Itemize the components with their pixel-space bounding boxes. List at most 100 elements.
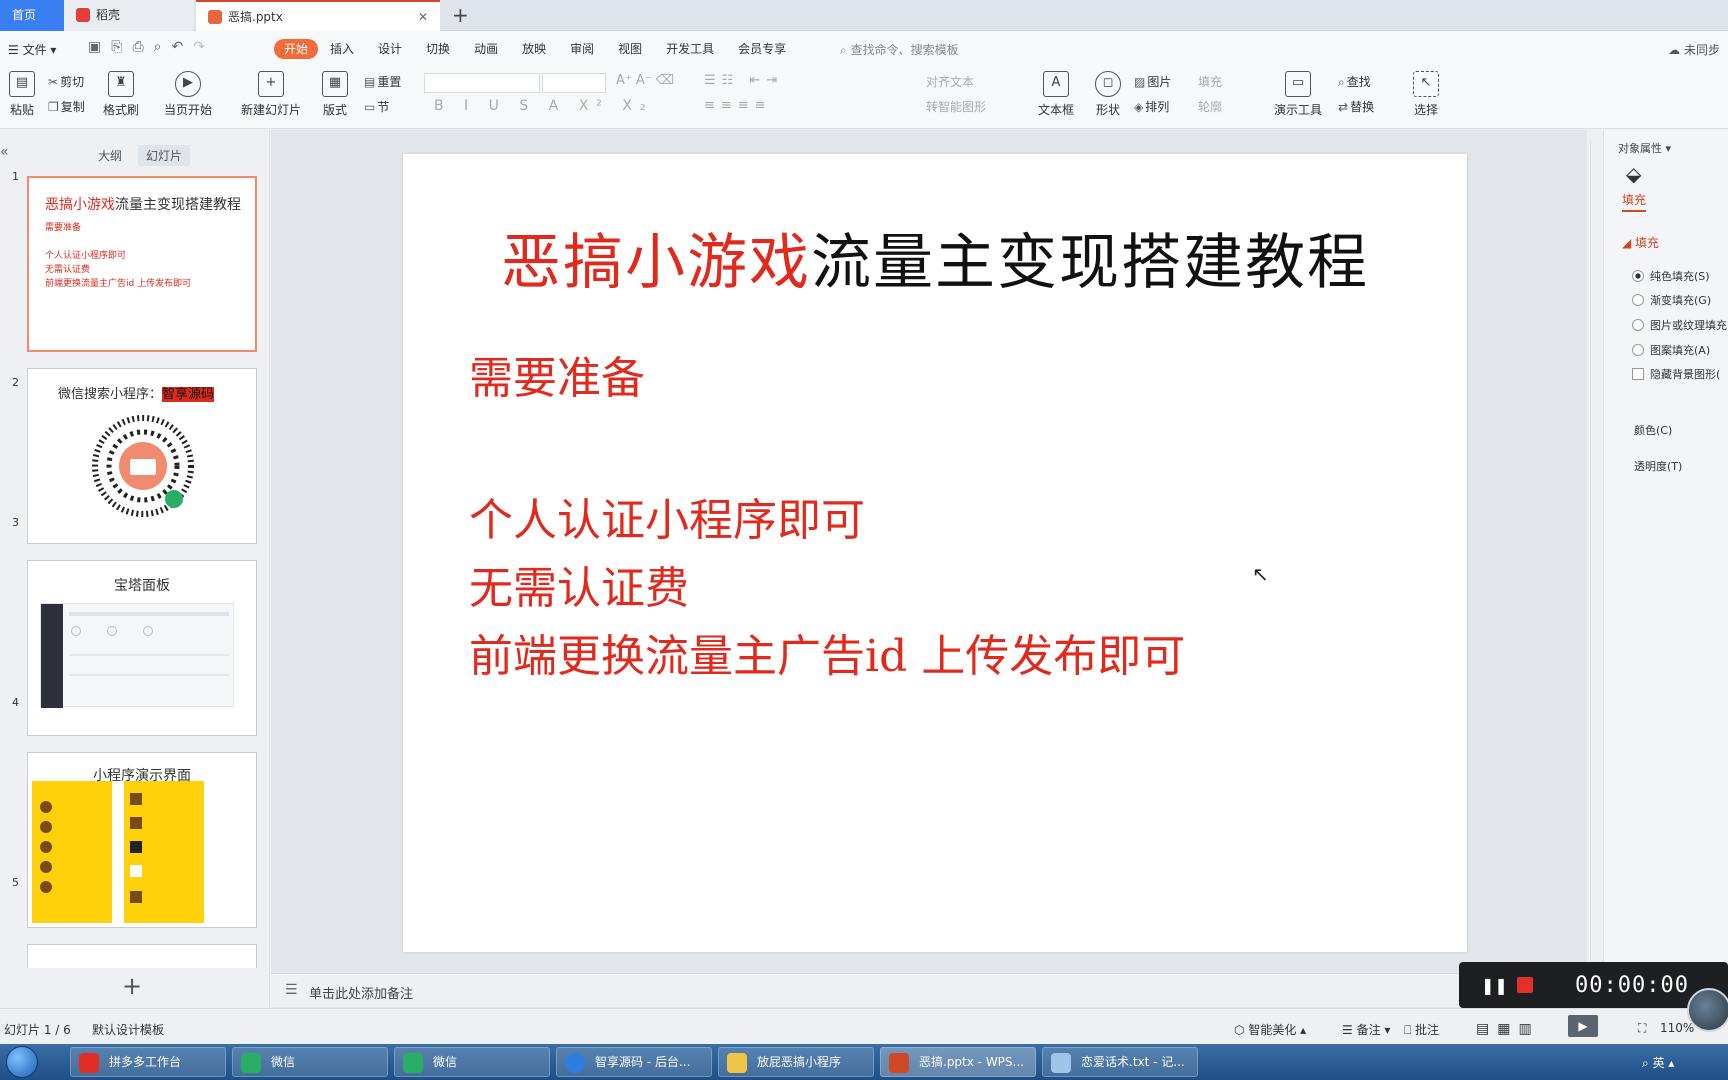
tab-review[interactable]: 审阅 [558, 39, 606, 59]
zoom-level[interactable]: 110% [1660, 1021, 1694, 1035]
present-tools-button[interactable]: ▭ 演示工具 [1268, 71, 1328, 118]
list-buttons[interactable]: ☰☷ ⇤⇥ [704, 73, 783, 88]
slide-title[interactable]: 恶搞小游戏流量主变现搭建教程 [403, 214, 1467, 301]
font-size-select[interactable] [542, 73, 606, 93]
slide-canvas[interactable]: 恶搞小游戏流量主变现搭建教程 需要准备 个人认证小程序即可 无需认证费 前端更换… [403, 154, 1467, 952]
tab-transition[interactable]: 切换 [414, 39, 462, 59]
align-text-button[interactable]: 对齐文本 [926, 73, 974, 90]
fill-button[interactable]: 填充 [1198, 73, 1222, 90]
sync-status[interactable]: ☁ 未同步 [1668, 41, 1720, 58]
beautify-button[interactable]: ⬡ 智能美化 ▴ [1234, 1021, 1306, 1038]
property-panel-title[interactable]: 对象属性 ▾ [1618, 140, 1671, 156]
system-tray[interactable]: ⌕ 英 ▴ [1642, 1054, 1674, 1071]
screenshot-image [40, 603, 234, 708]
select-button[interactable]: ↖ 选择 [1408, 71, 1444, 118]
close-tab-icon[interactable]: ✕ [418, 2, 428, 33]
slide-text-line[interactable]: 个人认证小程序即可 [469, 484, 865, 548]
layout-button[interactable]: ▦ 版式 [318, 71, 352, 118]
outline-button[interactable]: 轮廓 [1198, 98, 1222, 115]
font-size-adjust[interactable]: A⁺ A⁻ ⌫ [616, 73, 674, 88]
command-search[interactable]: ⌕ 查找命令、搜索模板 [840, 41, 959, 58]
paint-bucket-icon[interactable]: ⬙ [1626, 162, 1641, 186]
smartart-button[interactable]: 转智能图形 [926, 98, 986, 115]
textbox-button[interactable]: A 文本框 [1034, 71, 1078, 118]
slide-subtitle[interactable]: 需要准备 [469, 342, 645, 406]
paragraph-align-buttons[interactable]: ≡≡≡≡ [704, 98, 772, 113]
cut-button[interactable]: ✂ 剪切 [48, 73, 84, 90]
export-icon[interactable]: ⎘ [111, 39, 122, 55]
taskbar-item-browser[interactable]: 智享源码 - 后台... [556, 1047, 712, 1077]
arrange-button[interactable]: ◈ 排列 [1134, 98, 1169, 115]
copy-button[interactable]: ❐ 复制 [48, 98, 85, 115]
tab-design[interactable]: 设计 [366, 39, 414, 59]
taskbar-item-wps[interactable]: 恶搞.pptx - WPS... [880, 1047, 1036, 1077]
collapse-panel-icon[interactable]: « [0, 144, 9, 160]
taskbar-item-pinduoduo[interactable]: 拼多多工作台 [70, 1047, 226, 1077]
tab-developer[interactable]: 开发工具 [654, 39, 726, 59]
stop-record-icon[interactable] [1517, 977, 1533, 993]
taskbar-item-folder[interactable]: 放屁恶搞小程序 [718, 1047, 874, 1077]
pause-icon[interactable]: ❚❚ [1481, 976, 1508, 995]
taskbar-item-wechat-1[interactable]: 微信 [232, 1047, 388, 1077]
tab-home[interactable]: 首页 [0, 0, 64, 31]
print-icon[interactable]: ⎙ [132, 39, 143, 55]
redo-icon[interactable]: ↷ [193, 39, 205, 55]
copy-icon: ❐ [48, 100, 59, 114]
font-style-buttons[interactable]: B I U S A X² X₂ [434, 98, 654, 114]
undo-icon[interactable]: ↶ [171, 39, 183, 55]
taskbar-item-wechat-2[interactable]: 微信 [394, 1047, 550, 1077]
tab-start[interactable]: 开始 [274, 39, 319, 59]
new-tab-button[interactable]: + [452, 0, 469, 31]
solid-fill-radio[interactable]: 纯色填充(S) [1632, 268, 1710, 284]
fit-window-icon[interactable]: ⛶ [1638, 1021, 1646, 1036]
start-button-icon[interactable] [6, 1046, 38, 1078]
preview-icon[interactable]: ⌕ [154, 39, 162, 55]
slide-text-line[interactable]: 无需认证费 [469, 552, 689, 616]
tab-animation[interactable]: 动画 [462, 39, 510, 59]
comment-toggle[interactable]: ⎕ 批注 [1404, 1021, 1439, 1038]
notes-bar[interactable]: ☰ 单击此处添加备注 [271, 973, 1587, 1007]
play-from-current-button[interactable]: ▶ 当页开始 [160, 71, 216, 118]
find-button[interactable]: ⌕ 查找 [1338, 73, 1371, 90]
shape-button[interactable]: ◻ 形状 [1090, 71, 1126, 118]
reset-button[interactable]: ▤ 重置 [364, 73, 401, 90]
textbox-label: 文本框 [1037, 103, 1074, 117]
add-slide-button[interactable]: + [122, 972, 142, 1000]
notes-toggle[interactable]: ☰ 备注 ▾ [1342, 1021, 1390, 1038]
gradient-fill-radio[interactable]: 渐变填充(G) [1632, 292, 1711, 308]
vertical-scrollbar[interactable] [1590, 140, 1602, 960]
picture-fill-radio[interactable]: 图片或纹理填充 [1632, 317, 1727, 333]
tab-member[interactable]: 会员专享 [726, 39, 798, 59]
thumb-title: 小程序演示界面 [93, 768, 191, 784]
tab-outline[interactable]: 大纲 [90, 145, 130, 166]
tab-slides[interactable]: 幻灯片 [138, 145, 191, 166]
tab-slideshow[interactable]: 放映 [510, 39, 558, 59]
design-template[interactable]: 默认设计模板 [92, 1021, 164, 1038]
slide-text-line[interactable]: 前端更换流量主广告id 上传发布即可 [469, 620, 1185, 684]
paste-button[interactable]: ▤ 粘贴 [6, 71, 38, 118]
view-mode-buttons[interactable]: ▤▦▥ [1476, 1021, 1540, 1037]
picture-button[interactable]: ▨ 图片 [1134, 73, 1171, 90]
slide-thumbnail-2[interactable]: 微信搜索小程序：智享源码 [27, 368, 257, 544]
pattern-fill-radio[interactable]: 图案填充(A) [1632, 342, 1710, 358]
section-button[interactable]: ▭ 节 [364, 98, 389, 115]
play-slideshow-icon[interactable]: ▶ [1568, 1015, 1598, 1037]
tab-insert[interactable]: 插入 [318, 39, 366, 59]
taskbar-item-notepad[interactable]: 恋爱话术.txt - 记... [1042, 1047, 1198, 1077]
slide-thumbnail-1[interactable]: 恶搞小游戏流量主变现搭建教程 需要准备 个人认证小程序即可 无需认证费 前端更换… [27, 176, 257, 352]
slide-thumbnail-5[interactable] [27, 944, 257, 968]
slide-thumbnail-4[interactable]: 小程序演示界面 [27, 752, 257, 928]
fill-tab[interactable]: 填充 [1622, 191, 1647, 212]
format-painter-button[interactable]: ♜ 格式刷 [102, 71, 140, 118]
replace-button[interactable]: ⇄ 替换 [1338, 98, 1374, 115]
font-family-select[interactable] [424, 73, 540, 93]
fill-section-header[interactable]: ◢ 填充 [1622, 234, 1659, 251]
tab-view[interactable]: 视图 [606, 39, 654, 59]
save-icon[interactable]: ▣ [88, 39, 101, 55]
tab-daoke[interactable]: 稻壳 [64, 0, 194, 31]
new-slide-button[interactable]: + 新建幻灯片 [238, 71, 304, 118]
tab-document[interactable]: 恶搞.pptx ✕ [196, 0, 440, 31]
slide-thumbnail-3[interactable]: 宝塔面板 [27, 560, 257, 736]
hide-background-checkbox[interactable]: 隐藏背景图形( [1632, 366, 1720, 382]
file-menu[interactable]: ☰ 文件 ▾ [8, 41, 56, 58]
